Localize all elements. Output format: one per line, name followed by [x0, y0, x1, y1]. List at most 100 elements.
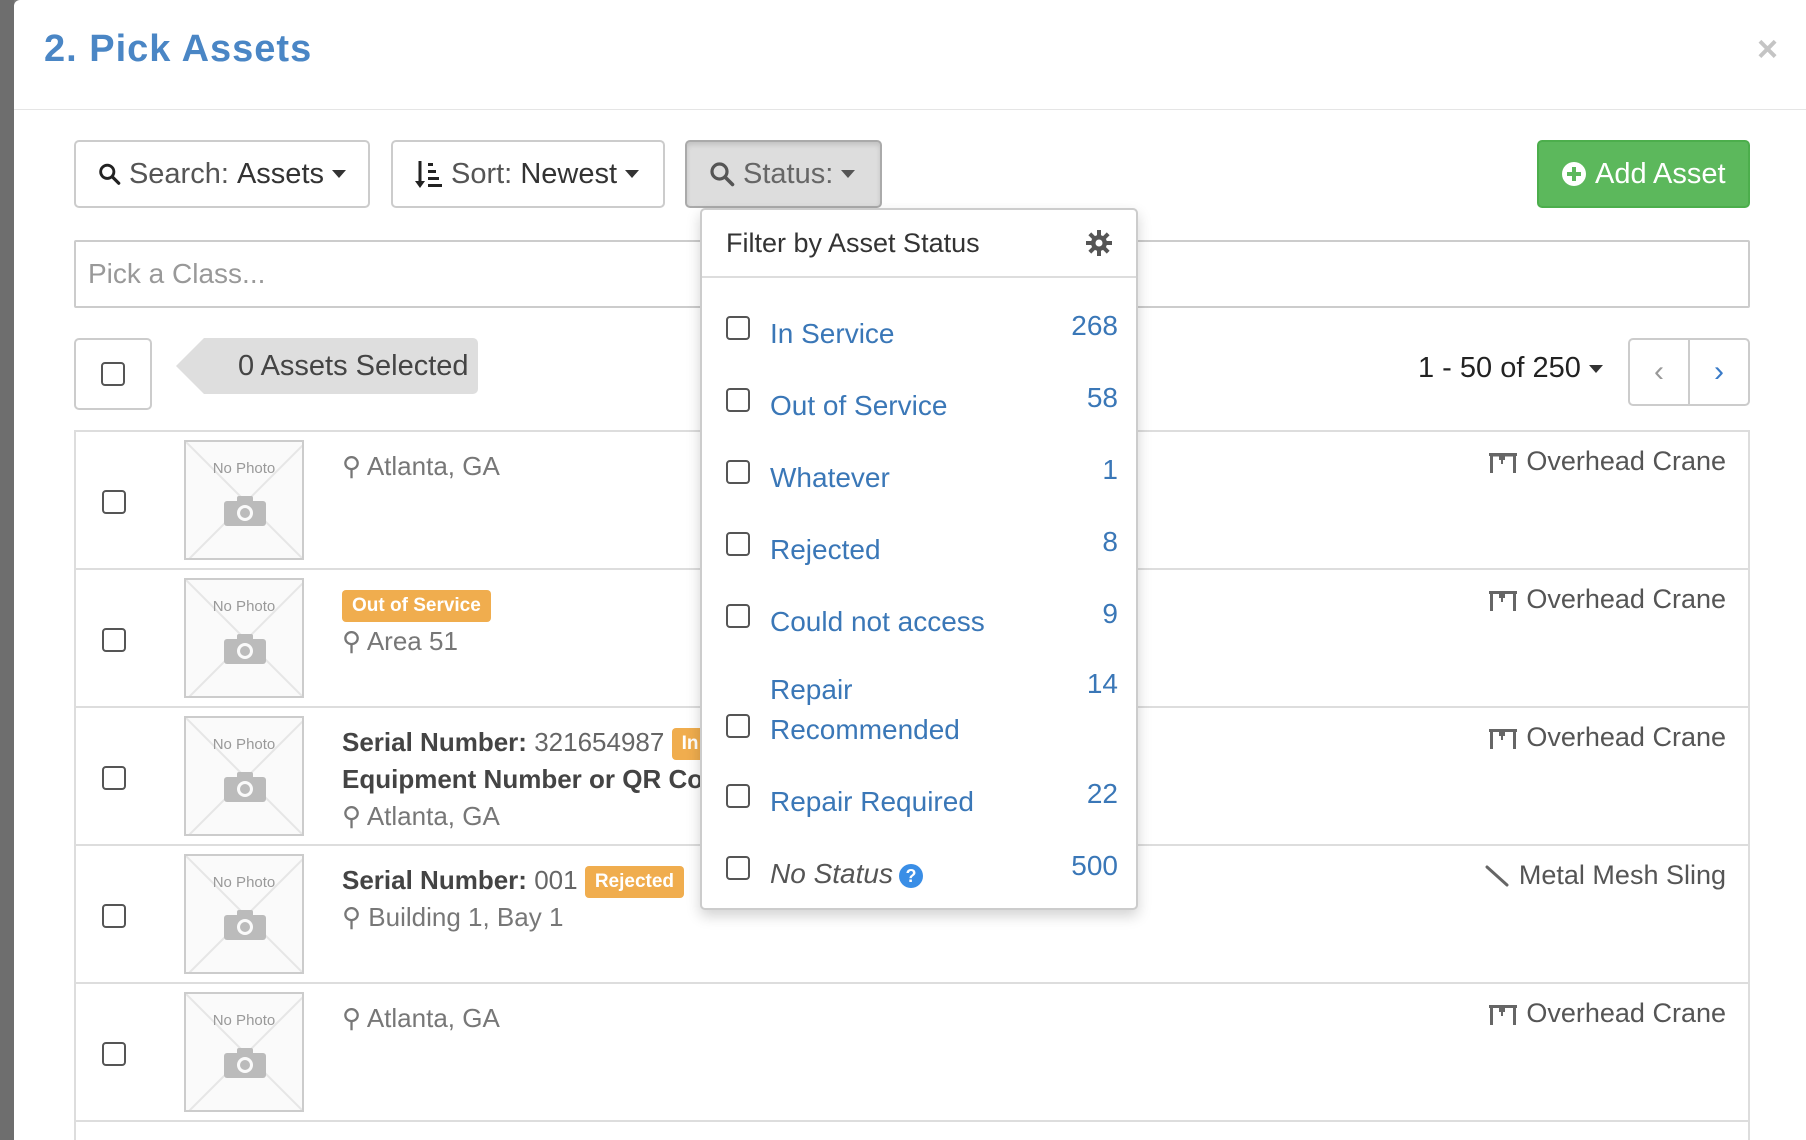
- close-icon[interactable]: ×: [1757, 28, 1778, 70]
- map-marker-icon: ⚲: [342, 902, 362, 932]
- add-asset-button[interactable]: Add Asset: [1537, 140, 1750, 208]
- no-photo-placeholder: No Photo: [184, 992, 304, 1112]
- status-option-could-not-access[interactable]: Could not access 9: [726, 594, 1118, 644]
- pagination-range-dropdown[interactable]: 1 - 50 of 250: [1418, 352, 1603, 385]
- camera-icon: [224, 496, 266, 526]
- status-checkbox[interactable]: [726, 784, 750, 808]
- status-checkbox[interactable]: [726, 316, 750, 340]
- status-option-label: Rejected: [770, 534, 881, 565]
- modal-backdrop[interactable]: [0, 0, 14, 1140]
- equipment-number: Equipment Number or QR Co: [342, 764, 704, 794]
- status-option-count: 58: [1086, 382, 1118, 413]
- status-option-label: Whatever: [770, 462, 890, 493]
- add-asset-label: Add Asset: [1595, 157, 1726, 190]
- status-option-repair-recommended[interactable]: Repair Recommended 14: [726, 664, 1118, 754]
- status-filter-header: Filter by Asset Status: [702, 210, 1136, 278]
- search-value: Assets: [236, 157, 324, 190]
- camera-icon: [224, 772, 266, 802]
- modal-header: 2. Pick Assets ×: [14, 0, 1806, 110]
- asset-checkbox[interactable]: [102, 628, 126, 652]
- caret-down-icon: [332, 170, 346, 178]
- sort-prefix: Sort:: [451, 157, 513, 190]
- asset-class-label: Overhead Crane: [1526, 584, 1726, 614]
- status-option-label: Repair Required: [770, 786, 974, 817]
- status-option-count: 8: [1102, 526, 1118, 557]
- status-checkbox[interactable]: [726, 856, 750, 880]
- sort-amount-icon: [415, 161, 442, 188]
- search-dropdown-button[interactable]: Search: Assets: [74, 140, 370, 208]
- pick-class-placeholder: Pick a Class...: [88, 258, 266, 289]
- crane-icon: [1489, 590, 1518, 611]
- crane-icon: [1489, 1004, 1518, 1025]
- previous-page-button[interactable]: ‹: [1630, 340, 1690, 404]
- no-photo-placeholder: No Photo: [184, 440, 304, 560]
- status-option-count: 1: [1102, 454, 1118, 485]
- status-filter-dropdown: Filter by Asset Status In Service 268 Ou…: [700, 208, 1138, 910]
- status-checkbox[interactable]: [726, 532, 750, 556]
- crane-icon: [1489, 728, 1518, 749]
- asset-checkbox[interactable]: [102, 766, 126, 790]
- status-option-whatever[interactable]: Whatever 1: [726, 450, 1118, 500]
- status-checkbox[interactable]: [726, 714, 750, 738]
- no-photo-label: No Photo: [212, 736, 276, 753]
- plus-circle-icon: [1562, 162, 1586, 186]
- no-photo-label: No Photo: [212, 598, 276, 615]
- asset-class: Overhead Crane: [1488, 584, 1726, 615]
- sort-value: Newest: [520, 157, 618, 190]
- status-checkbox[interactable]: [726, 604, 750, 628]
- asset-class-label: Metal Mesh Sling: [1518, 860, 1726, 890]
- asset-checkbox[interactable]: [102, 1042, 126, 1066]
- caret-down-icon: [1588, 364, 1603, 373]
- pagination-range: 1 - 50 of 250: [1418, 352, 1581, 384]
- status-checkbox[interactable]: [726, 388, 750, 412]
- asset-class: Metal Mesh Sling: [1485, 860, 1726, 891]
- status-checkbox[interactable]: [726, 460, 750, 484]
- status-option-repair-required[interactable]: Repair Required 22: [726, 774, 1118, 824]
- no-photo-label: No Photo: [212, 1012, 276, 1029]
- asset-class-label: Overhead Crane: [1526, 722, 1726, 752]
- status-option-count: 500: [1071, 850, 1118, 881]
- no-photo-placeholder: No Photo: [184, 716, 304, 836]
- asset-info: ⚲ Atlanta, GA: [342, 448, 500, 485]
- serial-number: 001: [534, 865, 578, 895]
- status-option-no-status[interactable]: No Status? 500: [726, 846, 1118, 896]
- search-icon: [99, 163, 121, 185]
- status-badge: Out of Service: [342, 590, 491, 623]
- asset-checkbox[interactable]: [102, 904, 126, 928]
- asset-location: Building 1, Bay 1: [368, 902, 564, 932]
- asset-class-label: Overhead Crane: [1526, 446, 1726, 476]
- asset-row[interactable]: No Photo ⚲ Atlanta, GA Overhead Crane: [76, 984, 1748, 1122]
- map-marker-icon: ⚲: [342, 801, 362, 831]
- status-badge: Rejected: [584, 866, 685, 899]
- gear-icon[interactable]: [1086, 230, 1112, 256]
- status-option-label: Repair: [770, 674, 853, 705]
- asset-info: Serial Number: 321654987 In Equipment Nu…: [342, 724, 709, 835]
- status-option-label: In Service: [770, 318, 895, 349]
- status-option-in-service[interactable]: In Service 268: [726, 306, 1118, 356]
- no-photo-placeholder: No Photo: [184, 854, 304, 974]
- status-option-count: 268: [1071, 310, 1118, 341]
- asset-class: Overhead Crane: [1488, 998, 1726, 1029]
- crane-icon: [1489, 452, 1518, 473]
- asset-class: Overhead Crane: [1488, 722, 1726, 753]
- camera-icon: [224, 910, 266, 940]
- status-option-count: 9: [1102, 598, 1118, 629]
- asset-location: Atlanta, GA: [366, 801, 500, 831]
- status-option-out-of-service[interactable]: Out of Service 58: [726, 378, 1118, 428]
- status-option-rejected[interactable]: Rejected 8: [726, 522, 1118, 572]
- question-circle-icon[interactable]: ?: [898, 863, 923, 888]
- modal-title: 2. Pick Assets: [44, 28, 313, 70]
- select-all-checkbox[interactable]: [101, 362, 125, 386]
- asset-checkbox[interactable]: [102, 490, 126, 514]
- next-page-button[interactable]: ›: [1690, 340, 1748, 404]
- select-all-toggle[interactable]: [74, 338, 152, 410]
- status-dropdown-button[interactable]: Status:: [685, 140, 882, 208]
- status-option-label-line2: Recommended: [770, 714, 960, 745]
- status-option-count: 22: [1086, 778, 1118, 809]
- pagination-buttons: ‹ ›: [1628, 338, 1750, 406]
- no-photo-label: No Photo: [212, 460, 276, 477]
- status-option-label: Out of Service: [770, 390, 948, 421]
- assets-selected-count: 0 Assets Selected: [176, 338, 478, 394]
- map-marker-icon: ⚲: [342, 451, 362, 481]
- sort-dropdown-button[interactable]: Sort: Newest: [391, 140, 665, 208]
